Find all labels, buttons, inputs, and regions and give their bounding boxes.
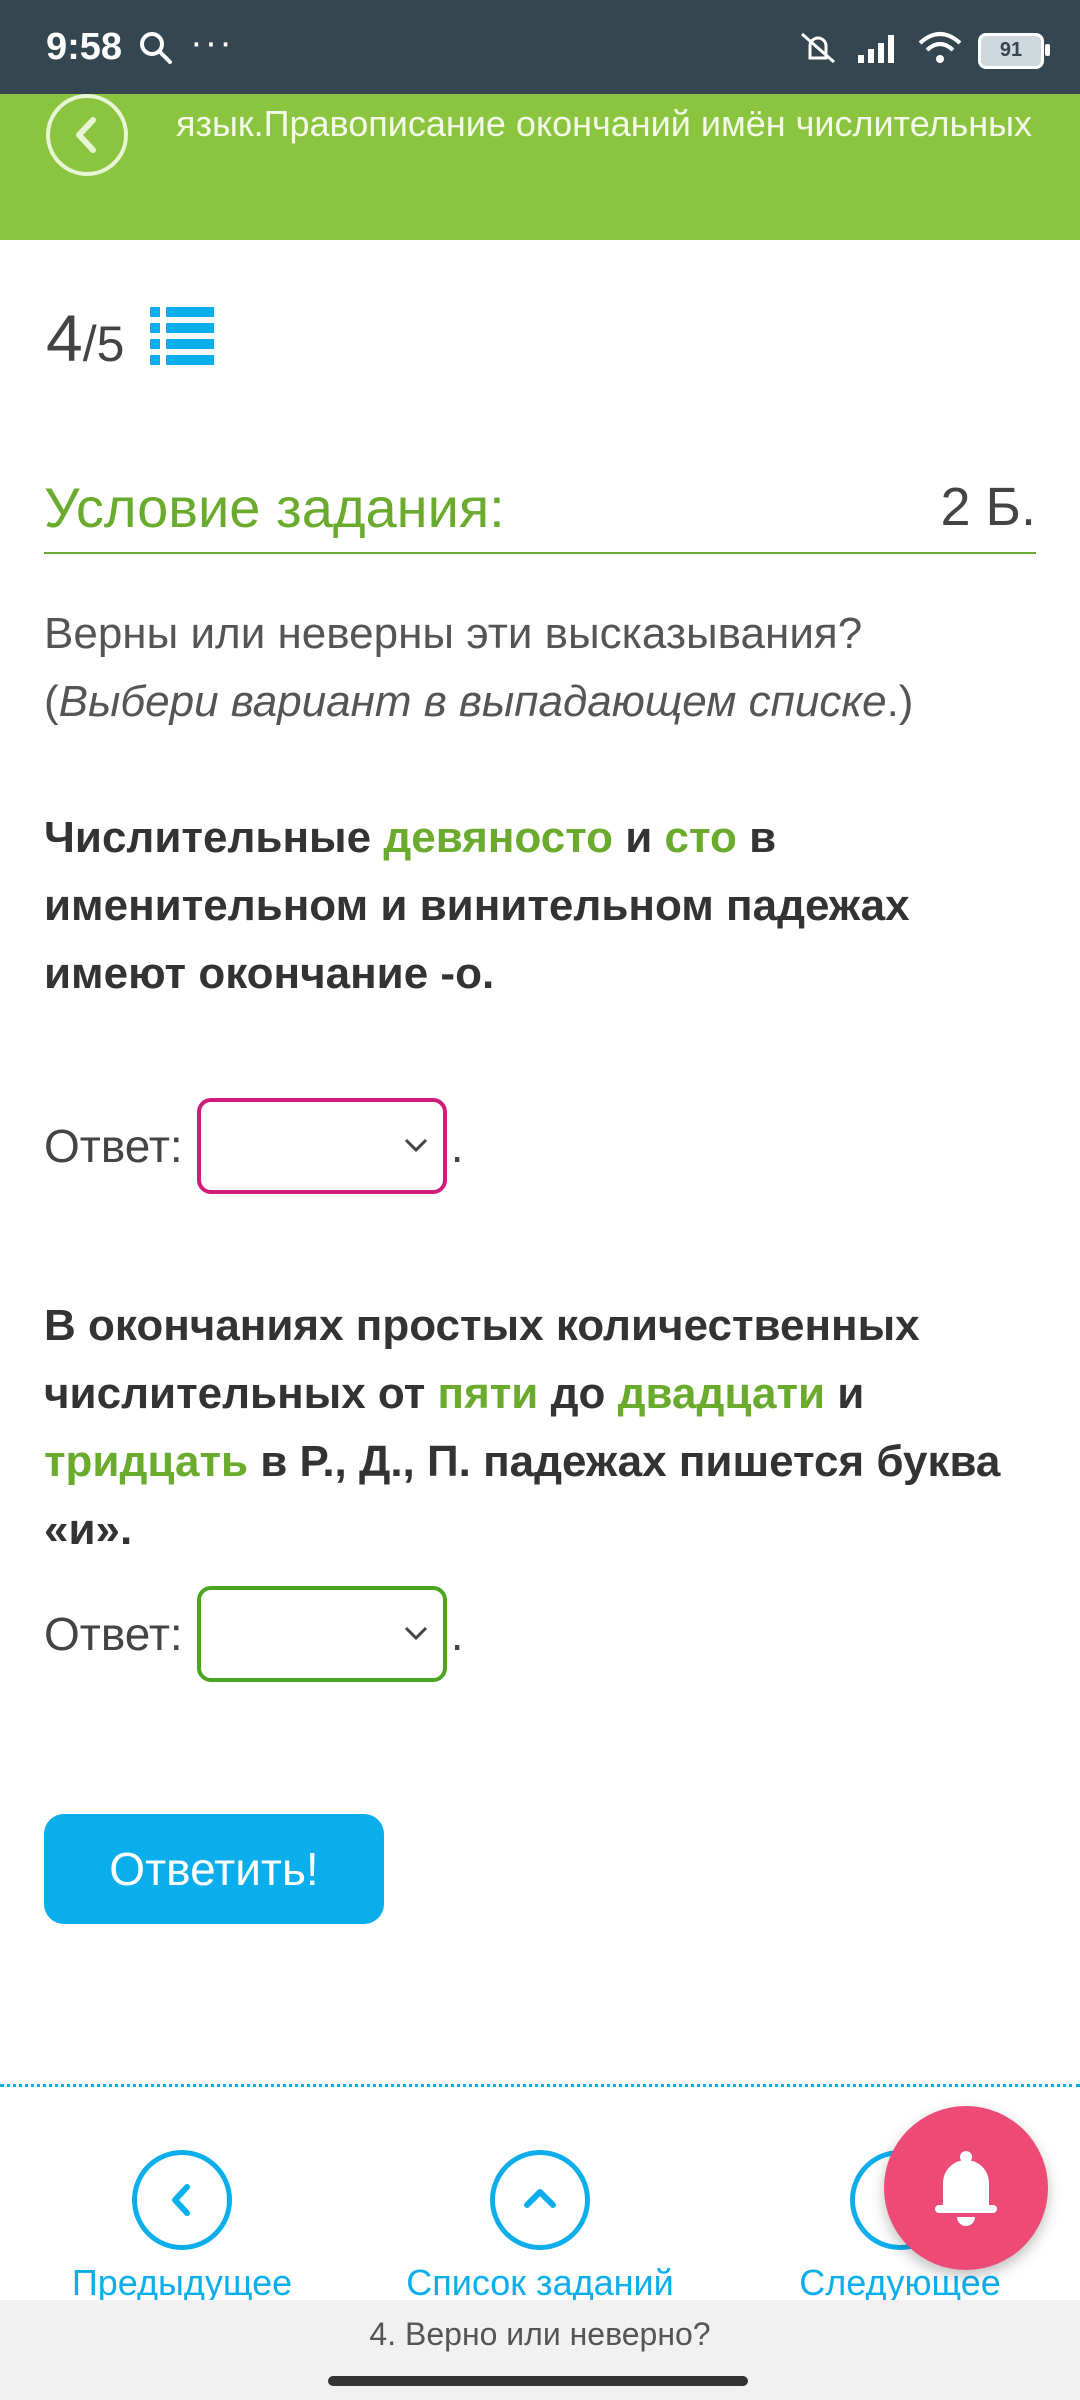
- bell-icon: [935, 2151, 997, 2226]
- mute-icon: [796, 28, 840, 73]
- signal-icon: [856, 31, 902, 70]
- nav-task-list[interactable]: Список заданий: [390, 2150, 690, 2304]
- status-icons: 91: [796, 28, 1050, 73]
- statement-1: Числительные девяносто и сто в именитель…: [44, 813, 910, 998]
- back-button[interactable]: [46, 94, 128, 176]
- answer-label: Ответ:: [44, 1608, 183, 1660]
- condition-title: Условие задания:: [44, 475, 505, 539]
- more-dots: ···: [190, 22, 234, 64]
- chevron-down-icon: [404, 1138, 427, 1153]
- notification-bell-button[interactable]: [884, 2106, 1048, 2270]
- nav-task-list-label: Список заданий: [406, 2262, 674, 2303]
- condition-header: Условие задания: 2 Б.: [44, 462, 1036, 554]
- chevron-left-icon: [76, 117, 96, 153]
- divider: [0, 2084, 1080, 2087]
- answer-dropdown-2[interactable]: [196, 1586, 447, 1682]
- task-progress: 4 /5: [46, 300, 215, 376]
- status-time: 9:58: [46, 26, 123, 68]
- gesture-handle[interactable]: [328, 2376, 748, 2386]
- top-header: язык.Правописание окончаний имён числите…: [0, 94, 1080, 240]
- chevron-left-icon: [132, 2150, 232, 2250]
- current-task-number: 4: [46, 301, 83, 375]
- chevron-down-icon: [404, 1626, 427, 1641]
- current-task-caption: 4. Верно или неверно?: [369, 2316, 711, 2352]
- status-bar: 9:58 ··· 91: [0, 0, 1080, 94]
- battery-indicator: 91: [978, 32, 1050, 69]
- answer-dropdown-1[interactable]: [196, 1098, 447, 1194]
- answer-row-1: Ответ: .: [44, 1098, 463, 1194]
- wifi-icon: [918, 31, 962, 70]
- lesson-title: язык.Правописание окончаний имён числите…: [176, 103, 1033, 144]
- bottom-bar: 4. Верно или неверно?: [0, 2300, 1080, 2400]
- search-icon: [138, 30, 174, 71]
- chevron-up-icon: [490, 2150, 590, 2250]
- task-list-icon[interactable]: [150, 306, 215, 370]
- answer-label: Ответ:: [44, 1120, 183, 1172]
- answer-row-2: Ответ: .: [44, 1586, 463, 1682]
- instruction-hint: Выбери вариант в выпадающем списке: [58, 677, 887, 726]
- nav-previous[interactable]: Предыдущее: [32, 2150, 332, 2304]
- nav-previous-label: Предыдущее: [71, 2262, 293, 2303]
- task-instructions: Верны или неверны эти высказывания? (Выб…: [44, 609, 914, 726]
- total-tasks: /5: [82, 316, 125, 372]
- submit-answer-button[interactable]: Ответить!: [44, 1814, 384, 1924]
- statement-2: В окончаниях простых количественных числ…: [44, 1301, 1001, 1554]
- points-value: 2 Б.: [940, 477, 1036, 537]
